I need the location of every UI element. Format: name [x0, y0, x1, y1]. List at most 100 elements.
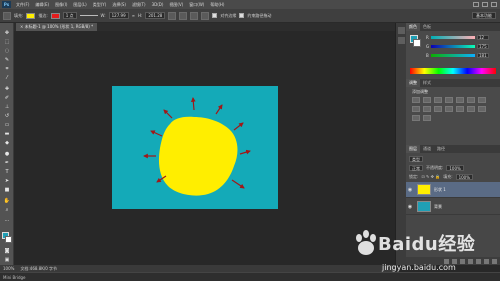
tab-layers[interactable]: 图层 — [406, 145, 420, 153]
gradient-tool-icon[interactable]: ▬ — [3, 130, 11, 137]
path-alignment-icon[interactable] — [179, 11, 188, 20]
close-icon[interactable] — [491, 2, 497, 7]
channel-mixer-icon[interactable] — [434, 106, 442, 112]
green-slider-track[interactable] — [431, 45, 475, 48]
menu-window[interactable]: 窗口(W) — [186, 2, 207, 8]
crop-tool-icon[interactable]: ⌗ — [3, 65, 11, 72]
blur-tool-icon[interactable]: ◆ — [3, 139, 11, 146]
tab-channels[interactable]: 通道 — [420, 145, 434, 153]
tab-paths[interactable]: 路径 — [434, 145, 448, 153]
green-value[interactable]: 175 — [477, 44, 489, 49]
zoom-tool-icon[interactable]: ⌕ — [3, 206, 11, 213]
history-brush-tool-icon[interactable]: ↺ — [3, 112, 11, 119]
quick-select-tool-icon[interactable]: ✎ — [3, 56, 11, 63]
menu-help[interactable]: 帮助(H) — [207, 2, 227, 8]
tab-swatches[interactable]: 色板 — [420, 23, 434, 31]
marquee-tool-icon[interactable]: ⬚ — [3, 38, 11, 45]
minimize-icon[interactable] — [473, 2, 479, 7]
lasso-tool-icon[interactable]: ◌ — [3, 47, 11, 54]
eyedropper-tool-icon[interactable]: ⁄ — [3, 74, 11, 81]
tool-preset-icon[interactable] — [3, 11, 11, 20]
artboard[interactable] — [112, 86, 278, 209]
height-field[interactable]: 201.28 — [145, 12, 166, 19]
eye-icon[interactable]: ◉ — [406, 187, 414, 193]
menu-image[interactable]: 图像(I) — [52, 2, 70, 8]
stroke-color-swatch[interactable] — [50, 12, 60, 19]
posterize-icon[interactable] — [467, 106, 475, 112]
levels-icon[interactable] — [423, 97, 431, 103]
move-tool-icon[interactable]: ✥ — [3, 29, 11, 36]
curves-icon[interactable] — [434, 97, 442, 103]
red-slider-track[interactable] — [431, 36, 475, 39]
menu-edit[interactable]: 编辑(E) — [32, 2, 52, 8]
hand-tool-icon[interactable]: ✋ — [3, 197, 11, 204]
path-arrangement-icon[interactable] — [190, 11, 199, 20]
gradient-map-icon[interactable] — [412, 115, 420, 121]
menu-type[interactable]: 类型(Y) — [90, 2, 110, 8]
threshold-icon[interactable] — [478, 106, 486, 112]
zoom-level[interactable]: 100% — [3, 266, 14, 271]
tab-mini-bridge[interactable]: Mini Bridge — [3, 275, 26, 280]
properties-panel-icon[interactable] — [398, 37, 405, 44]
history-panel-icon[interactable] — [398, 27, 405, 34]
color-lookup-icon[interactable] — [445, 106, 453, 112]
constrain-path-checkbox[interactable] — [239, 13, 245, 18]
menu-file[interactable]: 文件(F) — [13, 2, 32, 8]
brightness-icon[interactable] — [412, 97, 420, 103]
clone-stamp-tool-icon[interactable]: ⊥ — [3, 103, 11, 110]
black-white-icon[interactable] — [412, 106, 420, 112]
shape-tool-icon[interactable]: ■ — [3, 186, 11, 193]
link-icon[interactable]: ∞ — [132, 13, 135, 18]
lock-icon[interactable]: ⊡ ✎ ✥ 🔒 — [421, 174, 440, 179]
blend-mode-dropdown[interactable]: 正常 — [409, 164, 423, 171]
color-spectrum[interactable] — [410, 68, 496, 74]
more-tools-icon[interactable]: ⋯ — [3, 217, 11, 224]
width-field[interactable]: 127.99 — [108, 12, 129, 19]
eye-icon[interactable]: ◉ — [406, 204, 414, 210]
canvas-area[interactable] — [14, 31, 395, 265]
healing-brush-tool-icon[interactable]: ✚ — [3, 85, 11, 92]
menu-filter[interactable]: 滤镜(T) — [129, 2, 149, 8]
menu-select[interactable]: 选择(S) — [109, 2, 129, 8]
exposure-icon[interactable] — [445, 97, 453, 103]
workspace-switcher[interactable]: 基本功能 — [472, 12, 496, 19]
layer-row-shape[interactable]: ◉ 形状 1 — [406, 182, 500, 198]
stroke-type-picker[interactable] — [79, 15, 98, 16]
menu-3d[interactable]: 3D(D) — [149, 2, 167, 7]
gear-icon[interactable] — [201, 11, 210, 20]
stroke-width-field[interactable]: 1 点 — [62, 12, 77, 19]
blue-slider-track[interactable] — [431, 54, 475, 57]
color-balance-icon[interactable] — [478, 97, 486, 103]
tab-document[interactable]: × 未标题-1 @ 100% (形状 1, RGB/8) * — [16, 23, 98, 31]
vibrance-icon[interactable] — [456, 97, 464, 103]
background-color-icon[interactable] — [5, 236, 12, 243]
selective-color-icon[interactable] — [423, 115, 431, 121]
path-selection-tool-icon[interactable]: ➤ — [3, 177, 11, 184]
quick-mask-icon[interactable]: ◙ — [3, 247, 11, 254]
menu-layer[interactable]: 图层(L) — [70, 2, 89, 8]
fill-field[interactable]: 100% — [455, 173, 474, 180]
blue-value[interactable]: 181 — [477, 53, 489, 58]
menu-view[interactable]: 视图(V) — [166, 2, 186, 8]
layer-row-background[interactable]: ◉ 背景 — [406, 199, 500, 215]
invert-icon[interactable] — [456, 106, 464, 112]
opacity-field[interactable]: 100% — [446, 164, 464, 171]
maximize-icon[interactable] — [482, 2, 488, 7]
hue-saturation-icon[interactable] — [467, 97, 475, 103]
dodge-tool-icon[interactable]: ● — [3, 150, 11, 157]
tab-adjustments[interactable]: 调整 — [406, 79, 420, 87]
align-edges-checkbox[interactable] — [212, 13, 218, 18]
background-swatch[interactable] — [413, 39, 421, 47]
type-tool-icon[interactable]: T — [3, 168, 11, 175]
fill-color-swatch[interactable] — [26, 12, 36, 19]
screen-mode-icon[interactable]: ▣ — [3, 256, 11, 263]
red-value[interactable]: 12 — [477, 35, 489, 40]
photo-filter-icon[interactable] — [423, 106, 431, 112]
eraser-tool-icon[interactable]: ▭ — [3, 121, 11, 128]
tab-color[interactable]: 颜色 — [406, 23, 420, 31]
brush-tool-icon[interactable]: ✐ — [3, 94, 11, 101]
path-operations-icon[interactable] — [168, 11, 177, 20]
pen-tool-icon[interactable]: ✒ — [3, 159, 11, 166]
kind-filter-dropdown[interactable]: 类型 — [409, 155, 423, 162]
tab-styles[interactable]: 样式 — [420, 79, 434, 87]
